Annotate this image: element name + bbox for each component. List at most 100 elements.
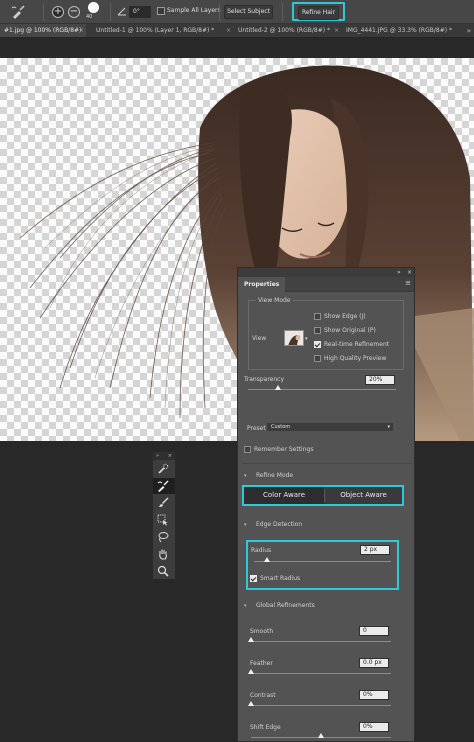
realtime-refinement-checkbox[interactable] — [314, 341, 321, 348]
contrast-slider-thumb[interactable] — [248, 701, 254, 706]
radius-slider-track[interactable] — [254, 561, 391, 562]
high-quality-preview-label: High Quality Preview — [324, 355, 387, 362]
shift-edge-label: Shift Edge — [250, 724, 281, 731]
smooth-slider-thumb[interactable] — [248, 637, 254, 642]
shift-edge-input[interactable]: 0% — [359, 722, 389, 732]
radius-label: Radius — [251, 547, 272, 554]
feather-slider-track[interactable] — [251, 673, 391, 674]
panel-menu-icon[interactable]: ≡ — [405, 279, 411, 287]
feather-input[interactable]: 0.0 px — [359, 658, 389, 668]
hand-icon[interactable] — [153, 546, 175, 562]
chevron-down-icon: ▾ — [387, 424, 390, 430]
preset-dropdown[interactable]: Custom ▾ — [267, 423, 393, 431]
divider — [219, 3, 220, 21]
properties-panel: » × Properties ≡ View Mode View ▾ Show E… — [237, 267, 415, 742]
refine-tools-panel: » × — [152, 451, 176, 580]
remember-settings-checkbox[interactable] — [244, 446, 251, 453]
view-mode-thumbnail[interactable] — [284, 330, 304, 346]
panel-topbar[interactable]: » × — [238, 268, 414, 277]
edge-detection-title: Edge Detection — [256, 521, 303, 528]
contrast-label: Contrast — [250, 692, 276, 699]
tab-img-4441[interactable]: IMG_4441.JPG @ 33.3% (RGB/8#) * — [342, 24, 456, 37]
view-label: View — [252, 335, 267, 342]
tab-document-1[interactable]: #1.jpg @ 100% (RGB/8#) — [0, 24, 86, 37]
brush-preview[interactable] — [88, 2, 99, 13]
divider — [43, 3, 44, 21]
smart-radius-label: Smart Radius — [260, 575, 301, 582]
brush-icon[interactable] — [153, 495, 175, 511]
show-edge-label: Show Edge (J) — [324, 313, 366, 320]
transparency-label: Transparency — [244, 376, 285, 383]
tab-label: IMG_4441.JPG @ 33.3% (RGB/8#) * — [346, 27, 452, 34]
transparency-slider-thumb[interactable] — [275, 385, 281, 390]
select-subject-button[interactable]: Select Subject — [224, 5, 273, 19]
show-edge-checkbox[interactable] — [314, 313, 321, 320]
smooth-label: Smooth — [250, 628, 274, 635]
options-bar: + − 40 0° Sample All Layers Select Subje… — [0, 0, 474, 24]
preset-label: Preset — [247, 425, 266, 432]
tab-label: Untitled-1 @ 100% (Layer 1, RGB/8#) * — [96, 27, 215, 34]
refine-edge-brush-icon[interactable] — [10, 4, 26, 20]
brush-size: 40 — [86, 14, 93, 20]
preset-value: Custom — [271, 424, 291, 430]
quick-selection-icon[interactable] — [153, 461, 175, 477]
close-icon[interactable]: × — [79, 24, 84, 37]
show-original-label: Show Original (P) — [324, 327, 376, 334]
zoom-icon[interactable] — [153, 563, 175, 579]
close-icon[interactable]: × — [407, 269, 412, 276]
panel-tabbar: Properties ≡ — [238, 277, 414, 292]
tab-label: #1.jpg @ 100% (RGB/8#) — [4, 27, 82, 34]
tabs-overflow-icon[interactable]: » — [467, 24, 471, 37]
high-quality-preview-checkbox[interactable] — [314, 355, 321, 362]
add-to-selection-icon[interactable]: + — [52, 6, 64, 18]
contrast-slider-track[interactable] — [251, 705, 391, 706]
contrast-input[interactable]: 0% — [359, 690, 389, 700]
document-tabs: #1.jpg @ 100% (RGB/8#) × Untitled-1 @ 10… — [0, 24, 474, 38]
object-selection-icon[interactable] — [153, 512, 175, 528]
object-aware-button[interactable]: Object Aware — [325, 487, 402, 504]
close-icon[interactable]: × — [168, 452, 172, 460]
collapse-caret-icon[interactable]: ▾ — [244, 522, 247, 528]
radius-slider-thumb[interactable] — [264, 557, 270, 562]
remember-settings-label: Remember Settings — [254, 446, 314, 453]
collapse-caret-icon[interactable]: ▾ — [244, 603, 247, 609]
sample-all-layers-checkbox[interactable] — [157, 7, 165, 15]
collapse-icon[interactable]: » — [397, 269, 401, 276]
smooth-input[interactable]: 0 — [359, 626, 389, 636]
panel-title[interactable]: Properties — [238, 277, 286, 292]
sample-all-layers-label: Sample All Layers — [167, 7, 221, 14]
refine-mode-title: Refine Mode — [256, 472, 294, 479]
refine-edge-brush-icon[interactable] — [153, 478, 175, 494]
tab-untitled-1[interactable]: Untitled-1 @ 100% (Layer 1, RGB/8#) * — [92, 24, 226, 37]
tab-untitled-2[interactable]: Untitled-2 @ 100% (RGB/8#) * — [234, 24, 334, 37]
realtime-refinement-label: Real-time Refinement — [324, 341, 390, 348]
close-icon[interactable]: × — [226, 24, 231, 37]
smooth-slider-track[interactable] — [251, 641, 391, 642]
shift-edge-slider-thumb[interactable] — [318, 733, 324, 738]
tab-label: Untitled-2 @ 100% (RGB/8#) * — [238, 27, 330, 34]
feather-label: Feather — [250, 660, 273, 667]
angle-input[interactable]: 0° — [129, 6, 151, 18]
radius-input[interactable]: 2 px — [360, 545, 390, 555]
lasso-icon[interactable] — [153, 529, 175, 545]
feather-slider-thumb[interactable] — [248, 669, 254, 674]
color-aware-button[interactable]: Color Aware — [244, 487, 324, 504]
view-mode-title: View Mode — [256, 297, 293, 304]
refine-hair-highlight: Refine Hair — [292, 2, 345, 21]
divider — [282, 3, 283, 21]
transparency-slider-track[interactable] — [248, 389, 396, 390]
close-icon[interactable]: × — [334, 24, 339, 37]
transparency-input[interactable]: 20% — [365, 375, 395, 385]
global-refinements-title: Global Refinements — [256, 602, 315, 609]
subtract-from-selection-icon[interactable]: − — [68, 6, 80, 18]
tools-panel-header[interactable]: » × — [153, 452, 175, 460]
divider — [242, 463, 412, 464]
smart-radius-checkbox[interactable] — [250, 575, 257, 582]
collapse-caret-icon[interactable]: ▾ — [244, 473, 247, 479]
show-original-checkbox[interactable] — [314, 327, 321, 334]
refine-hair-button[interactable]: Refine Hair — [298, 6, 339, 20]
chevron-down-icon[interactable]: ▾ — [305, 336, 308, 342]
canvas-top-area — [0, 38, 474, 58]
divider — [110, 3, 111, 21]
refine-mode-toggle: Color Aware Object Aware — [244, 487, 402, 504]
